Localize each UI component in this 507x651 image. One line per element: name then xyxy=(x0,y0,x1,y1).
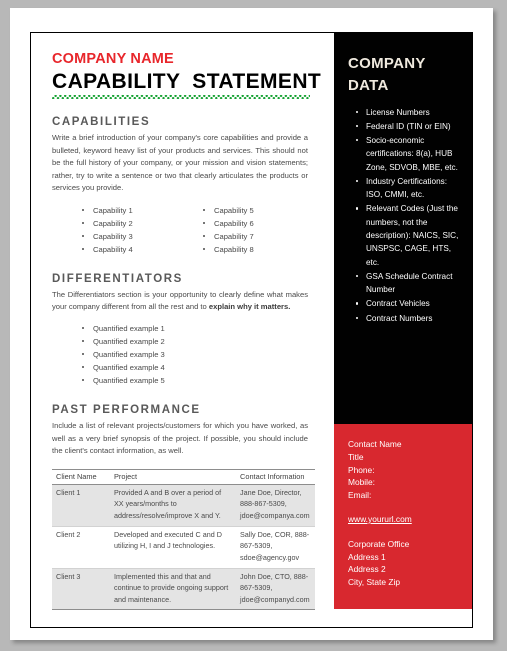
past-performance-body: Include a list of relevant projects/cust… xyxy=(52,421,308,456)
differentiators-bullet-column: Quantified example 1 Quantified example … xyxy=(52,322,322,387)
cell-project: Provided A and B over a period of XX yea… xyxy=(110,484,236,527)
address-line-city-state-zip: City, State Zip xyxy=(348,577,400,588)
list-item: Capability 1 xyxy=(80,204,201,217)
capabilities-body: Write a brief introduction of your compa… xyxy=(52,133,308,193)
list-item: Capability 8 xyxy=(201,243,322,256)
list-item: Capability 5 xyxy=(201,204,322,217)
company-data-list: License Numbers Federal ID (TIN or EIN) … xyxy=(348,106,460,326)
list-item: Relevant Codes (Just the numbers, not th… xyxy=(356,202,460,268)
list-item: Capability 7 xyxy=(201,230,322,243)
cell-contact: Sally Doe, COR, 888-867-5309, sdoe@agenc… xyxy=(236,526,315,569)
capabilities-section: CAPABILITIES Write a brief introduction … xyxy=(52,116,322,256)
past-performance-heading: PAST PERFORMANCE xyxy=(52,404,201,417)
list-item: Quantified example 4 xyxy=(80,361,322,374)
column-header-project: Project xyxy=(110,468,236,485)
address-line-office: Corporate Office xyxy=(348,538,410,549)
list-item: Capability 4 xyxy=(80,243,201,256)
document-content-frame: COMPANY NAME CAPABILITY STATEMENT CAPABI… xyxy=(30,32,473,628)
cell-client-name: Client 2 xyxy=(52,526,110,569)
list-item: Contract Vehicles xyxy=(356,297,460,310)
list-item: Industry Certifications: ISO, CMMI, etc. xyxy=(356,175,460,202)
list-item: Quantified example 5 xyxy=(80,374,322,387)
list-item: Capability 3 xyxy=(80,230,201,243)
contact-name: Contact Name xyxy=(348,439,402,449)
page-title: CAPABILITY STATEMENT xyxy=(52,70,322,93)
list-item: GSA Schedule Contract Number xyxy=(356,270,460,297)
company-name-heading: COMPANY NAME xyxy=(52,51,174,67)
address-block: Corporate Office Address 1 Address 2 Cit… xyxy=(348,538,462,589)
list-item: Capability 2 xyxy=(80,217,201,230)
cell-project: Implemented this and that and continue t… xyxy=(110,568,236,611)
capabilities-column-left: Capability 1 Capability 2 Capability 3 C… xyxy=(80,204,201,256)
list-item: Socio-economic certifications: 8(a), HUB… xyxy=(356,134,460,174)
table-row: Client 3 Implemented this and that and c… xyxy=(52,568,315,611)
cell-client-name: Client 3 xyxy=(52,568,110,611)
differentiators-list: Quantified example 1 Quantified example … xyxy=(80,322,322,387)
capabilities-column-right: Capability 5 Capability 6 Capability 7 C… xyxy=(201,204,322,256)
differentiators-section: DIFFERENTIATORS The Differentiators sect… xyxy=(52,273,322,387)
contact-email-label: Email: xyxy=(348,490,372,501)
list-item: License Numbers xyxy=(356,106,460,119)
list-item: Federal ID (TIN or EIN) xyxy=(356,120,460,133)
company-data-heading: COMPANY DATA xyxy=(348,55,426,94)
contact-phone-label: Phone: xyxy=(348,464,375,475)
capabilities-list-left: Capability 1 Capability 2 Capability 3 C… xyxy=(80,204,201,256)
past-performance-table: Client Name Project Contact Information … xyxy=(52,468,315,611)
document-page: COMPANY NAME CAPABILITY STATEMENT CAPABI… xyxy=(10,8,493,640)
company-data-panel: COMPANY DATA License Numbers Federal ID … xyxy=(334,33,472,424)
cell-client-name: Client 1 xyxy=(52,484,110,527)
main-content-column: COMPANY NAME CAPABILITY STATEMENT CAPABI… xyxy=(31,33,336,627)
website-link[interactable]: www.yoururl.com xyxy=(348,513,412,526)
list-item: Capability 6 xyxy=(201,217,322,230)
differentiators-body-emphasis: explain why it matters. xyxy=(208,302,291,312)
table-row: Client 1 Provided A and B over a period … xyxy=(52,484,315,527)
capabilities-heading: CAPABILITIES xyxy=(52,116,151,128)
column-header-client-name: Client Name xyxy=(52,468,110,485)
cell-contact: John Doe, CTO, 888-867-5309, jdoe@compan… xyxy=(236,568,315,611)
spellcheck-underline xyxy=(52,95,310,99)
differentiators-heading: DIFFERENTIATORS xyxy=(52,272,183,285)
table-row: Client 2 Developed and executed C and D … xyxy=(52,526,315,569)
address-line-1: Address 1 xyxy=(348,551,386,562)
past-performance-section: PAST PERFORMANCE Include a list of relev… xyxy=(52,404,322,611)
address-line-2: Address 2 xyxy=(348,564,386,575)
cell-project: Developed and executed C and D utilizing… xyxy=(110,526,236,569)
capabilities-list-right: Capability 5 Capability 6 Capability 7 C… xyxy=(201,204,322,256)
contact-title: Title xyxy=(348,451,364,462)
sidebar-column: COMPANY DATA License Numbers Federal ID … xyxy=(334,33,472,627)
differentiators-body: The Differentiators section is your oppo… xyxy=(52,289,308,314)
capabilities-bullet-columns: Capability 1 Capability 2 Capability 3 C… xyxy=(52,204,322,256)
list-item: Contract Numbers xyxy=(356,312,460,325)
list-item: Quantified example 1 xyxy=(80,322,322,335)
cell-contact: Jane Doe, Director, 888-867-5309, jdoe@c… xyxy=(236,484,315,527)
contact-mobile-label: Mobile: xyxy=(348,477,375,488)
contact-panel: Contact Name Title Phone: Mobile: Email:… xyxy=(334,424,472,609)
list-item: Quantified example 3 xyxy=(80,348,322,361)
column-header-contact-information: Contact Information xyxy=(236,468,315,485)
list-item: Quantified example 2 xyxy=(80,335,322,348)
table-header-row: Client Name Project Contact Information xyxy=(52,468,315,485)
